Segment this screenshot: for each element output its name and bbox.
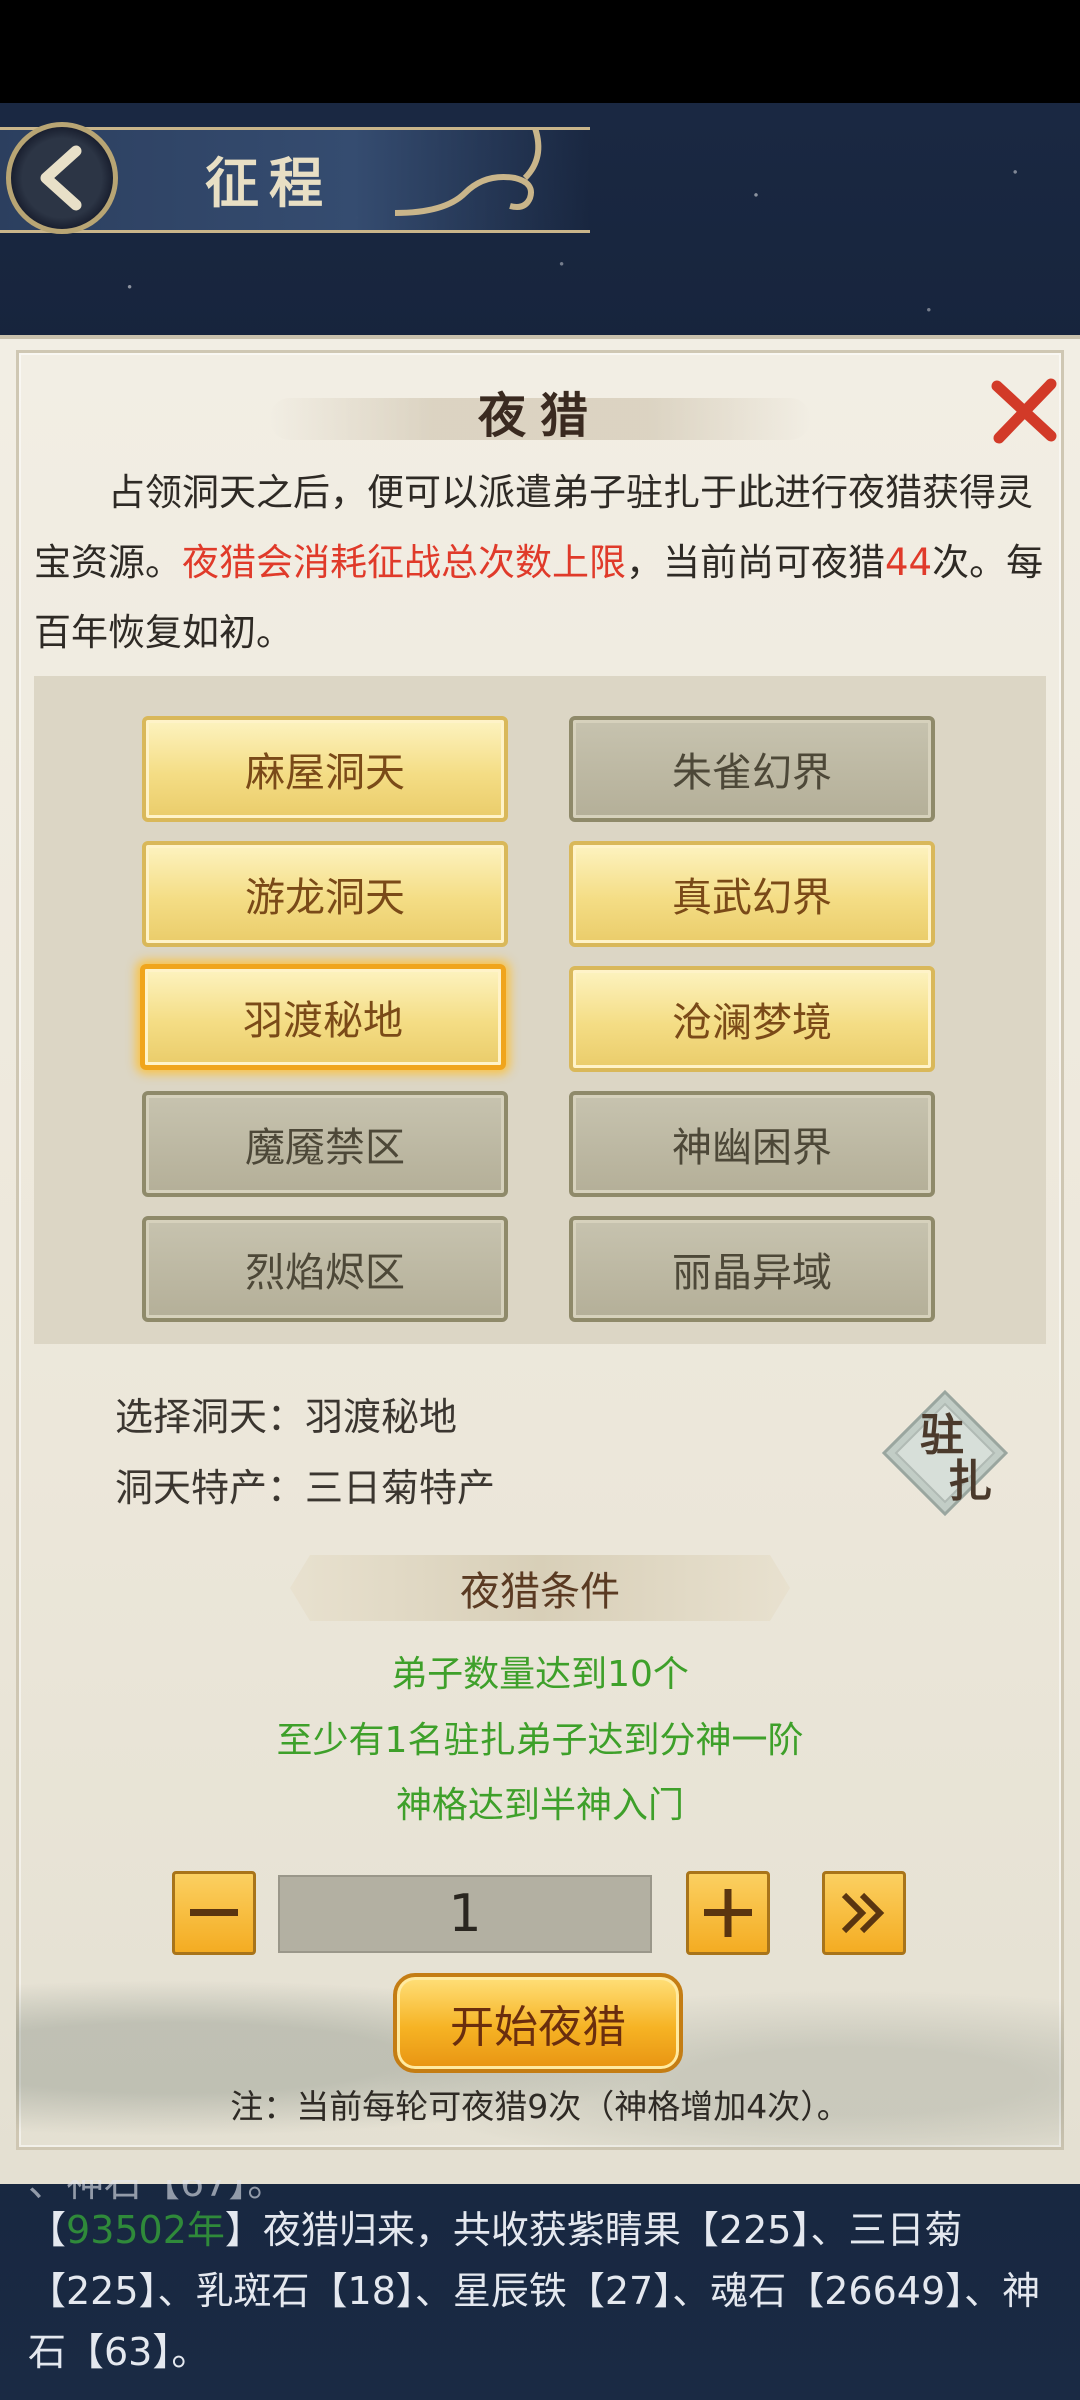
log-year: 93502年 [66,2208,225,2252]
panel-title: 夜猎 [477,388,602,444]
location-button[interactable]: 沧澜梦境 [569,966,935,1072]
cloud-ornament [394,127,542,216]
selected-location-label: 选择洞天： [115,1395,306,1439]
max-quantity-button[interactable] [822,1871,906,1955]
log-entry: 【93502年】夜猎归来，共收获紫睛果【225】、三日菊【225】、乳斑石【18… [28,2208,1041,2374]
increase-button[interactable] [686,1871,770,1955]
start-night-hunt-button[interactable]: 开始夜猎 [393,1973,683,2073]
selected-location-line: 选择洞天：羽渡秘地 [115,1387,457,1447]
condition-item: 神格达到半神入门 [395,1785,684,1826]
product-value: 三日菊特产 [305,1466,496,1510]
selected-location-value: 羽渡秘地 [305,1395,458,1439]
location-grid: 麻屋洞天 朱雀幻界 游龙洞天 真武幻界 羽渡秘地 沧澜梦境 魔魇禁区 神幽困界 … [34,676,1046,1344]
page-title: 征程 [205,151,333,215]
location-button[interactable]: 烈焰烬区 [142,1216,508,1322]
station-char-2: 扎 [948,1456,992,1507]
intro-highlight: 夜猎会消耗征战总次数上限 [182,541,626,584]
plus-icon [704,1889,752,1937]
location-product-line: 洞天特产：三日菊特产 [115,1458,495,1518]
condition-item: 弟子数量达到10个 [391,1654,689,1695]
minus-icon [190,1909,238,1916]
intro-text: 占领洞天之后，便可以派遣弟子驻扎于此进行夜猎获得灵宝资源。夜猎会消耗征战总次数上… [34,458,1046,668]
location-button-selected[interactable]: 羽渡秘地 [140,964,506,1070]
location-button[interactable]: 麻屋洞天 [142,716,508,822]
station-button[interactable]: 驻 扎 [880,1388,1010,1518]
location-button[interactable]: 魔魇禁区 [142,1091,508,1197]
double-chevron-right-icon [841,1892,885,1934]
location-button[interactable]: 朱雀幻界 [569,716,935,822]
diamond-emblem-icon: 驻 扎 [881,1389,1009,1517]
location-button[interactable]: 游龙洞天 [142,841,508,947]
close-icon [991,378,1057,444]
close-button[interactable] [985,372,1063,450]
status-bar [0,0,1080,103]
decrease-button[interactable] [172,1871,256,1955]
product-label: 洞天特产： [115,1466,306,1510]
remaining-count: 44 [885,541,933,584]
conditions-title: 夜猎条件 [290,1555,790,1621]
note-text: 注：当前每轮可夜猎9次（神格增加4次）。 [230,2087,850,2126]
chevron-left-icon [40,145,82,211]
quantity-input[interactable]: 1 [278,1875,652,1953]
location-button[interactable]: 神幽困界 [569,1091,935,1197]
station-char-1: 驻 [920,1410,964,1461]
location-button[interactable]: 真武幻界 [569,841,935,947]
log-previous-line: 、神石【67】。 [28,2180,1060,2200]
intro-part-2: ，当前尚可夜猎 [626,541,885,584]
location-button[interactable]: 丽晶异域 [569,1216,935,1322]
condition-item: 至少有1名驻扎弟子达到分神一阶 [276,1720,804,1761]
hunt-log: 、神石【67】。 【93502年】夜猎归来，共收获紫睛果【225】、三日菊【22… [28,2180,1060,2383]
back-button[interactable] [6,122,118,234]
